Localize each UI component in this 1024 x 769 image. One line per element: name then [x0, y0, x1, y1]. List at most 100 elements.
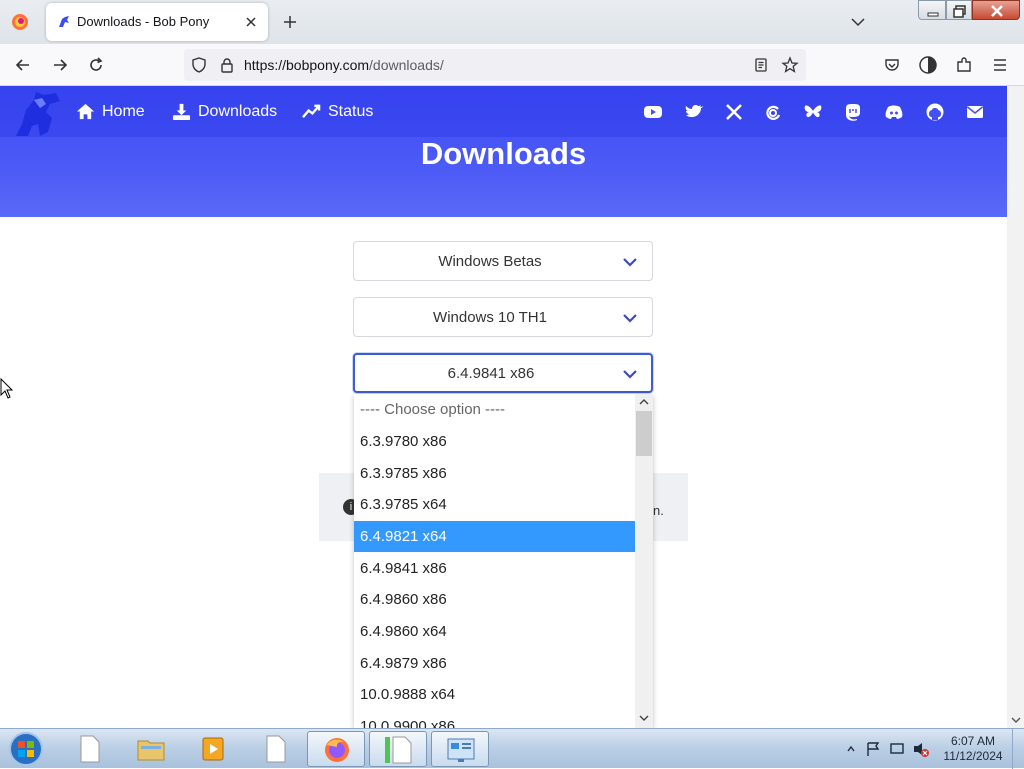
back-icon[interactable] — [13, 55, 33, 75]
bluesky-icon[interactable] — [803, 102, 823, 122]
reload-icon[interactable] — [86, 55, 106, 75]
discord-icon[interactable] — [884, 102, 904, 122]
dropdown-option[interactable]: ---- Choose option ---- — [354, 394, 635, 425]
firefox-view-icon[interactable] — [8, 10, 32, 34]
list-all-tabs-icon[interactable] — [848, 12, 868, 32]
dropdown-option[interactable]: 6.3.9785 x86 — [354, 458, 635, 489]
taskbar-control-panel[interactable] — [431, 731, 489, 767]
tracking-protection-shield-icon[interactable] — [190, 56, 208, 74]
dropdown-option[interactable]: 6.4.9841 x86 — [354, 553, 635, 584]
reader-view-icon[interactable] — [752, 56, 770, 74]
taskbar-notepad[interactable] — [246, 731, 304, 767]
taskbar-document-app[interactable] — [60, 731, 118, 767]
firefox-icon — [325, 738, 349, 762]
close-window-button[interactable] — [972, 0, 1020, 20]
document-icon — [80, 735, 100, 763]
dropdown-option[interactable]: 6.4.9879 x86 — [354, 648, 635, 679]
scroll-down-arrow-icon[interactable] — [639, 714, 649, 722]
new-tab-icon[interactable] — [280, 12, 300, 32]
trending-up-icon — [302, 102, 321, 121]
bobpony-favicon-icon — [56, 14, 72, 30]
media-player-icon — [202, 737, 224, 761]
url-path: /downloads/ — [369, 57, 444, 73]
scroll-up-arrow-icon[interactable] — [639, 398, 649, 406]
bobpony-logo[interactable] — [12, 88, 64, 138]
close-tab-icon[interactable] — [242, 13, 260, 31]
system-tray — [845, 741, 935, 757]
taskbar-clock[interactable]: 6:07 AM 11/12/2024 — [938, 734, 1008, 764]
url-text: https://bobpony.com/downloads/ — [244, 57, 444, 73]
document-icon — [385, 736, 412, 764]
tab-title: Downloads - Bob Pony — [77, 14, 210, 29]
mouse-cursor-icon — [0, 378, 14, 400]
dropdown-option[interactable]: 10.0.9888 x64 — [354, 679, 635, 710]
navigation-toolbar: https://bobpony.com/downloads/ — [0, 44, 1024, 86]
url-host: https://bobpony.com — [244, 57, 370, 73]
version-select-value: Windows 10 TH1 — [433, 309, 547, 326]
nav-downloads-label: Downloads — [198, 102, 278, 120]
build-dropdown-list[interactable]: ---- Choose option ---- 6.3.9780 x86 6.3… — [354, 394, 653, 728]
nav-home[interactable]: Home — [76, 102, 145, 121]
scrollbar-thumb[interactable] — [636, 411, 652, 456]
mastodon-icon[interactable] — [843, 102, 863, 122]
threads-icon[interactable] — [763, 102, 783, 122]
show-desktop-button[interactable] — [1012, 729, 1024, 769]
tab-strip: Downloads - Bob Pony — [0, 0, 1024, 44]
pocket-icon[interactable] — [882, 55, 902, 75]
build-select[interactable]: 6.4.9841 x86 — [353, 353, 653, 393]
chevron-down-icon — [622, 311, 638, 325]
taskbar: 6:07 AM 11/12/2024 — [0, 728, 1024, 769]
chevron-down-icon — [622, 255, 638, 269]
nav-home-label: Home — [102, 102, 145, 120]
dropdown-option[interactable]: 6.4.9860 x64 — [354, 616, 635, 647]
category-select[interactable]: Windows Betas — [353, 241, 653, 281]
hamburger-menu-icon[interactable] — [990, 55, 1010, 75]
nav-status-label: Status — [328, 102, 374, 120]
taskbar-firefox[interactable] — [307, 731, 365, 767]
dropdown-option-highlighted[interactable]: 6.4.9821 x64 — [354, 521, 635, 552]
dropdown-option[interactable]: 10.0.9900 x86 — [354, 711, 635, 728]
mail-icon[interactable] — [965, 102, 985, 122]
taskbar-explorer[interactable] — [122, 731, 180, 767]
page-title: Downloads — [420, 136, 587, 171]
minimize-button[interactable] — [918, 0, 946, 20]
dropdown-option[interactable]: 6.3.9780 x86 — [354, 426, 635, 457]
home-icon — [76, 102, 95, 121]
dropdown-option[interactable]: 6.3.9785 x64 — [354, 489, 635, 520]
address-bar[interactable]: https://bobpony.com/downloads/ — [184, 49, 806, 81]
tab-downloads[interactable]: Downloads - Bob Pony — [46, 3, 268, 41]
start-button[interactable] — [6, 730, 46, 768]
account-sync-icon[interactable] — [918, 55, 938, 75]
twitter-icon[interactable] — [684, 102, 704, 122]
restore-button[interactable] — [946, 0, 972, 20]
x-icon[interactable] — [724, 102, 744, 122]
page-scrollbar[interactable] — [1007, 86, 1024, 728]
page-scroll-down-icon[interactable] — [1011, 716, 1021, 724]
nav-status[interactable]: Status — [302, 102, 373, 121]
site-navbar: Home Downloads Status — [0, 86, 1007, 137]
info-text-tail: n. — [653, 503, 664, 518]
taskbar-media-player[interactable] — [184, 731, 242, 767]
build-select-value: 6.4.9841 x86 — [447, 365, 535, 382]
dropdown-option[interactable]: 6.4.9860 x86 — [354, 584, 635, 615]
folder-icon — [137, 740, 165, 761]
document-icon — [266, 735, 286, 763]
clock-date: 11/12/2024 — [943, 749, 1003, 763]
extensions-icon[interactable] — [954, 55, 974, 75]
window-controls — [918, 0, 1022, 20]
taskbar-file-window[interactable] — [369, 731, 427, 767]
lock-icon[interactable] — [218, 56, 236, 74]
dropdown-scrollbar[interactable] — [635, 394, 653, 728]
nav-downloads[interactable]: Downloads — [172, 102, 277, 121]
site-header: Home Downloads Status Downloads — [0, 86, 1007, 217]
chevron-down-icon — [622, 367, 638, 381]
bookmark-star-icon[interactable] — [781, 56, 799, 74]
forward-icon[interactable] — [50, 55, 70, 75]
version-select[interactable]: Windows 10 TH1 — [353, 297, 653, 337]
control-panel-icon — [447, 738, 475, 762]
clock-time: 6:07 AM — [950, 734, 996, 748]
github-icon[interactable] — [925, 102, 945, 122]
category-select-value: Windows Betas — [438, 253, 542, 270]
download-icon — [172, 102, 191, 121]
youtube-icon[interactable] — [643, 102, 663, 122]
